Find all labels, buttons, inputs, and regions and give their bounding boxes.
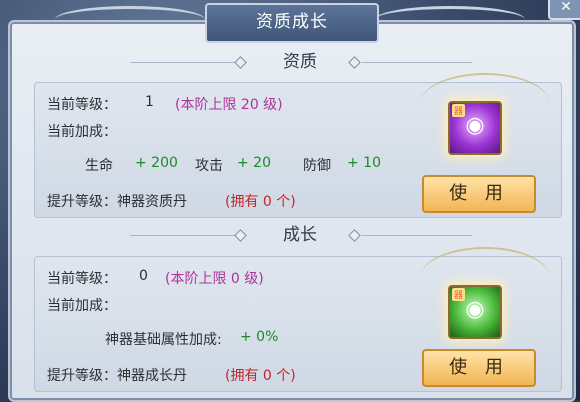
header-diamond-right <box>348 56 361 69</box>
green-orb-icon[interactable]: 器 ◉ <box>448 285 502 339</box>
window-title: 资质成长 <box>205 3 379 43</box>
close-icon[interactable]: ✕ <box>548 0 580 20</box>
growth-header-text: 成长 <box>283 225 317 245</box>
header-divider-left <box>130 62 240 63</box>
title-wing-left <box>55 6 205 33</box>
aptitude-growth-panel: 资质 当前等级： 1 (本阶上限 20 级) 当前加成： 生命 + 200 攻击… <box>8 20 576 402</box>
level-cap-text: (本阶上限 20 级) <box>175 97 283 113</box>
current-level-label: 当前等级： <box>47 97 117 113</box>
owned-count-text: (拥有 0 个) <box>225 368 296 384</box>
aptitude-section-header: 资质 <box>10 49 580 75</box>
orb-glyph-icon: ◉ <box>465 113 485 138</box>
upgrade-item-label: 提升等级：神器成长丹 <box>47 368 187 384</box>
upgrade-item-label: 提升等级：神器资质丹 <box>47 194 187 210</box>
aptitude-card: 当前等级： 1 (本阶上限 20 级) 当前加成： 生命 + 200 攻击 + … <box>34 73 562 218</box>
header-divider-right <box>362 62 472 63</box>
purple-orb-icon[interactable]: 器 ◉ <box>448 101 502 155</box>
header-diamond-left <box>234 56 247 69</box>
stat-hp-label: 生命 <box>85 158 113 174</box>
header-diamond-right <box>348 229 361 242</box>
base-attribute-bonus-label: 神器基础属性加成: <box>105 332 222 348</box>
stat-defense-label: 防御 <box>303 158 331 174</box>
current-bonus-label: 当前加成： <box>47 298 117 314</box>
orb-glyph-icon: ◉ <box>465 297 485 322</box>
owned-count-text: (拥有 0 个) <box>225 194 296 210</box>
stat-hp-value: + 200 <box>135 155 178 171</box>
aptitude-use-button[interactable]: 使 用 <box>422 175 536 213</box>
growth-use-button[interactable]: 使 用 <box>422 349 536 387</box>
level-cap-text: (本阶上限 0 级) <box>165 271 264 287</box>
header-divider-left <box>130 235 240 236</box>
stat-attack-label: 攻击 <box>195 158 223 174</box>
stat-attack-value: + 20 <box>237 155 271 171</box>
current-level-value: 1 <box>145 94 154 110</box>
stat-defense-value: + 10 <box>347 155 381 171</box>
title-wing-right <box>375 6 525 33</box>
current-bonus-label: 当前加成： <box>47 124 117 140</box>
header-diamond-left <box>234 229 247 242</box>
current-level-label: 当前等级： <box>47 271 117 287</box>
header-divider-right <box>362 235 472 236</box>
growth-card: 当前等级： 0 (本阶上限 0 级) 当前加成： 神器基础属性加成: + 0% … <box>34 247 562 392</box>
base-attribute-bonus-value: + 0% <box>240 329 279 345</box>
aptitude-header-text: 资质 <box>283 52 317 72</box>
growth-section-header: 成长 <box>10 222 580 248</box>
current-level-value: 0 <box>139 268 148 284</box>
